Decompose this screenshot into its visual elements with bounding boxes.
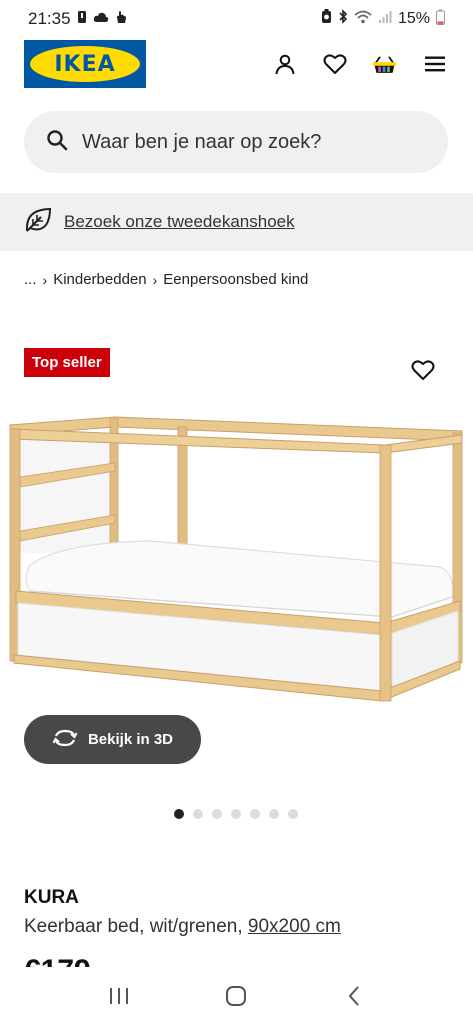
breadcrumb-item-current[interactable]: Eenpersoonsbed kind: [163, 271, 308, 288]
signal-icon: [378, 10, 392, 29]
menu-icon[interactable]: [422, 52, 447, 77]
product-description-text: Keerbaar bed, wit/grenen,: [24, 916, 248, 937]
bed-illustration: [9, 416, 463, 702]
chevron-right-icon: ›: [42, 271, 48, 288]
breadcrumb-item-kinderbedden[interactable]: Kinderbedden: [53, 271, 146, 288]
status-bar: 21:35 15%: [0, 0, 473, 38]
bluetooth-icon: [338, 9, 348, 29]
search-input[interactable]: Waar ben je naar op zoek?: [82, 131, 321, 154]
recent-apps-icon[interactable]: [104, 981, 134, 1011]
carousel-dot-7[interactable]: [288, 809, 298, 819]
view-in-3d-label: Bekijk in 3D: [87, 731, 174, 748]
carousel-dot-3[interactable]: [212, 809, 222, 819]
ikea-logo[interactable]: IKEA: [24, 40, 146, 88]
breadcrumb: ... › Kinderbedden › Eenpersoonsbed kind: [24, 271, 308, 288]
status-time: 21:35: [28, 9, 71, 28]
view-in-3d-button[interactable]: Bekijk in 3D: [24, 715, 201, 764]
hand-icon: [115, 10, 127, 29]
battery-saver-icon: [321, 9, 332, 29]
home-icon[interactable]: [221, 981, 251, 1011]
battery-percent: 15%: [397, 10, 430, 27]
product-image[interactable]: [0, 405, 473, 705]
breadcrumb-item-ellipsis[interactable]: ...: [24, 271, 37, 288]
sim-icon: [77, 10, 87, 29]
logo-text: IKEA: [30, 46, 140, 82]
status-left: 21:35: [28, 9, 127, 29]
carousel-dot-6[interactable]: [269, 809, 279, 819]
chevron-right-icon: ›: [152, 271, 158, 288]
battery-icon: [436, 9, 445, 30]
search-bar[interactable]: Waar ben je naar op zoek?: [24, 111, 448, 173]
carousel-dot-2[interactable]: [193, 809, 203, 819]
top-seller-badge: Top seller: [24, 348, 110, 377]
header: IKEA: [0, 38, 473, 90]
header-icons: [272, 52, 447, 77]
product-name: KURA: [24, 887, 79, 908]
leaf-icon: [24, 207, 52, 238]
system-nav-bar: [0, 967, 473, 1024]
product-size-link[interactable]: 90x200 cm: [248, 916, 341, 937]
rotate-3d-icon: [52, 729, 78, 751]
basket-icon[interactable]: [372, 52, 397, 77]
price-value: €179: [24, 956, 91, 968]
product-price: €179: [24, 953, 91, 968]
wishlist-icon[interactable]: [322, 52, 347, 77]
carousel-indicator: [0, 809, 473, 819]
promo-link[interactable]: Bezoek onze tweedekanshoek: [64, 212, 295, 232]
carousel-dot-4[interactable]: [231, 809, 241, 819]
product-description: Keerbaar bed, wit/grenen, 90x200 cm: [24, 916, 341, 938]
search-icon: [46, 129, 68, 156]
add-to-wishlist-heart-icon[interactable]: [411, 359, 437, 385]
promo-banner[interactable]: Bezoek onze tweedekanshoek: [0, 193, 473, 251]
carousel-dot-1[interactable]: [174, 809, 184, 819]
cloud-icon: [93, 10, 109, 28]
status-right: 15%: [321, 9, 445, 30]
back-icon[interactable]: [339, 981, 369, 1011]
carousel-dot-5[interactable]: [250, 809, 260, 819]
wifi-icon: [354, 10, 372, 29]
account-icon[interactable]: [272, 52, 297, 77]
